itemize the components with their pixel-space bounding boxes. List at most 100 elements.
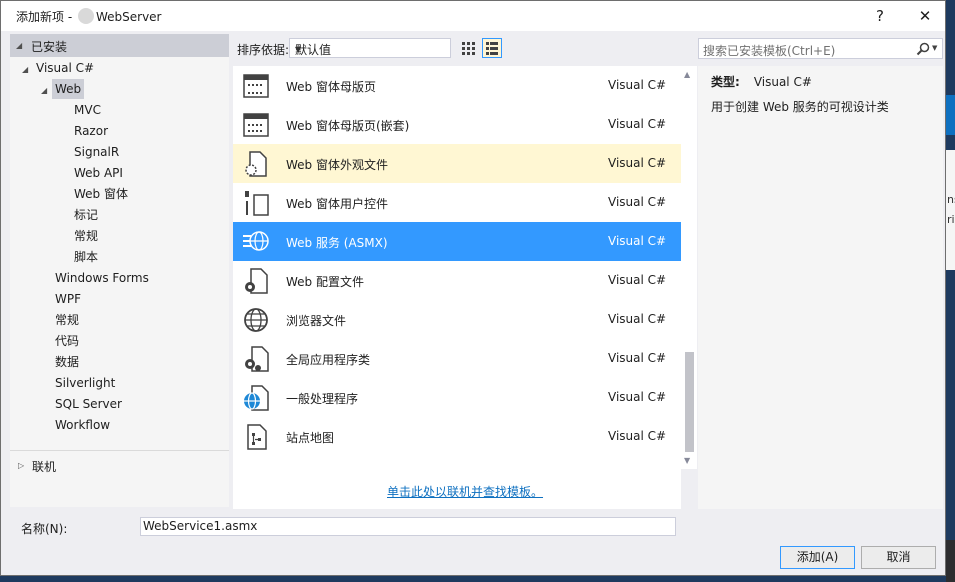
template-language: Visual C# <box>608 390 667 404</box>
template-name: Web 窗体外观文件 <box>286 158 388 172</box>
global-class-icon <box>245 346 269 372</box>
online-section[interactable]: ▷ 联机 <box>10 450 229 481</box>
cancel-button[interactable]: 取消 <box>861 546 936 569</box>
details-pane: 类型: Visual C# 用于创建 Web 服务的可视设计类 <box>698 66 943 509</box>
search-icon <box>916 42 930 56</box>
background-ide-panel <box>946 150 955 270</box>
expand-arrow-icon[interactable]: ◢ <box>41 86 47 95</box>
tree-item[interactable]: 常规 <box>74 226 98 246</box>
title-bar: 添加新项 - WebServer ? ✕ <box>1 1 945 31</box>
template-name: Web 服务 (ASMX) <box>286 236 388 250</box>
tree-item[interactable]: Razor <box>74 121 108 141</box>
tree-item[interactable]: WPF <box>55 289 81 309</box>
template-name: Web 窗体母版页 <box>286 80 376 94</box>
tree-item[interactable]: Visual C# <box>36 58 94 78</box>
template-language: Visual C# <box>608 117 667 131</box>
tree-item[interactable]: 脚本 <box>74 247 98 267</box>
title-prefix: 添加新项 - <box>16 10 76 24</box>
template-name: 一般处理程序 <box>286 392 359 406</box>
scroll-thumb[interactable] <box>685 352 694 452</box>
template-row[interactable]: Web 窗体母版页(嵌套) Visual C# <box>233 105 681 144</box>
template-row[interactable]: 全局应用程序类 Visual C# <box>233 339 681 378</box>
sitemap-icon <box>247 424 267 450</box>
template-language: Visual C# <box>608 78 667 92</box>
list-view-icon[interactable] <box>482 38 502 58</box>
tree-item[interactable]: 常规 <box>55 310 79 330</box>
scroll-down-icon[interactable]: ▼ <box>684 456 690 465</box>
template-row[interactable]: Web 窗体外观文件 Visual C# <box>233 144 681 183</box>
tree-item[interactable]: 代码 <box>55 331 79 351</box>
add-new-item-dialog: 添加新项 - WebServer ? ✕ ◢ 已安装 ◢ Visual C# ◢ We… <box>0 0 946 576</box>
expand-arrow-icon: ▷ <box>18 461 25 470</box>
tree-item[interactable]: Windows Forms <box>55 268 149 288</box>
tree-item[interactable]: 标记 <box>74 205 98 225</box>
template-language: Visual C# <box>608 195 667 209</box>
collapse-arrow-icon: ◢ <box>16 41 23 50</box>
template-language: Visual C# <box>608 312 667 326</box>
type-row: 类型: Visual C# <box>711 73 812 90</box>
template-row[interactable]: 站点地图 Visual C# <box>233 417 681 456</box>
template-description: 用于创建 Web 服务的可视设计类 <box>711 100 889 114</box>
installed-label: 已安装 <box>31 40 68 54</box>
title-project: WebServer <box>95 10 162 24</box>
template-row[interactable]: Web 配置文件 Visual C# <box>233 261 681 300</box>
search-input[interactable]: 搜索已安装模板(Ctrl+E) ▼ <box>698 38 943 59</box>
tree-item[interactable]: Workflow <box>55 415 110 435</box>
add-button[interactable]: 添加(A) <box>780 546 855 569</box>
tree-item[interactable]: MVC <box>74 100 101 120</box>
tree-item[interactable]: SignalR <box>74 142 119 162</box>
master-page-icon <box>243 74 269 98</box>
tree-item[interactable]: Web <box>52 79 85 99</box>
template-name: Web 窗体用户控件 <box>286 197 388 211</box>
template-name: 全局应用程序类 <box>286 353 371 367</box>
installed-header[interactable]: ◢ 已安装 <box>10 34 229 57</box>
chevron-down-icon: ▼ <box>295 45 302 54</box>
sort-dropdown[interactable]: 默认值 ▼ <box>289 38 451 58</box>
web-service-icon <box>243 231 269 251</box>
category-pane: ◢ 已安装 ◢ Visual C# ◢ Web MVC Razor SignalR Web A… <box>10 34 229 507</box>
template-language: Visual C# <box>608 351 667 365</box>
help-button[interactable]: ? <box>869 7 891 25</box>
background-ide-strip <box>946 95 955 135</box>
project-name-redaction <box>77 8 94 24</box>
expand-arrow-icon[interactable]: ◢ <box>22 65 28 74</box>
user-control-icon <box>245 191 269 216</box>
template-language: Visual C# <box>608 429 667 443</box>
background-ide-statusbar <box>946 540 955 582</box>
type-value: Visual C# <box>753 75 812 89</box>
template-language: Visual C# <box>608 156 667 170</box>
template-row[interactable]: Web 服务 (ASMX) Visual C# <box>233 222 681 261</box>
close-button[interactable]: ✕ <box>914 7 936 25</box>
name-field[interactable]: WebService1.asmx <box>140 517 676 536</box>
template-list: Web 窗体母版页 Visual C# Web 窗体母版页(嵌套) Visual C#… <box>233 66 681 509</box>
template-language: Visual C# <box>608 273 667 287</box>
tree-item[interactable]: SQL Server <box>55 394 122 414</box>
template-row[interactable]: 浏览器文件 Visual C# <box>233 300 681 339</box>
background-fragment-1: ns <box>947 193 955 206</box>
tree-item[interactable]: 数据 <box>55 352 79 372</box>
tree-item[interactable]: Web 窗体 <box>74 184 128 204</box>
name-label: 名称(N): <box>21 522 68 536</box>
template-row[interactable]: Web 窗体母版页 Visual C# <box>233 66 681 105</box>
template-row[interactable]: 一般处理程序 Visual C# <box>233 378 681 417</box>
online-label: 联机 <box>32 460 57 474</box>
search-options-chevron-icon[interactable]: ▼ <box>932 44 937 52</box>
browser-file-icon <box>244 308 268 332</box>
sort-label: 排序依据: <box>237 43 290 57</box>
search-placeholder: 搜索已安装模板(Ctrl+E) <box>703 44 836 58</box>
window-title: 添加新项 - WebServer <box>16 8 161 25</box>
nested-master-page-icon <box>243 113 269 137</box>
grid-view-icon[interactable] <box>458 38 478 58</box>
template-row[interactable]: Web 窗体用户控件 Visual C# <box>233 183 681 222</box>
config-file-icon <box>245 268 268 294</box>
background-fragment-2: ri <box>947 213 955 226</box>
template-language: Visual C# <box>608 234 667 248</box>
tree-item[interactable]: Web API <box>74 163 123 183</box>
name-value: WebService1.asmx <box>143 519 258 533</box>
template-list-scrollbar[interactable]: ▲ ▼ <box>681 66 697 469</box>
scroll-up-icon[interactable]: ▲ <box>684 70 690 79</box>
template-name: 浏览器文件 <box>286 314 347 328</box>
template-name: 站点地图 <box>286 431 335 445</box>
tree-item[interactable]: Silverlight <box>55 373 115 393</box>
find-online-templates-link[interactable]: 单击此处以联机并查找模板。 <box>387 483 543 500</box>
